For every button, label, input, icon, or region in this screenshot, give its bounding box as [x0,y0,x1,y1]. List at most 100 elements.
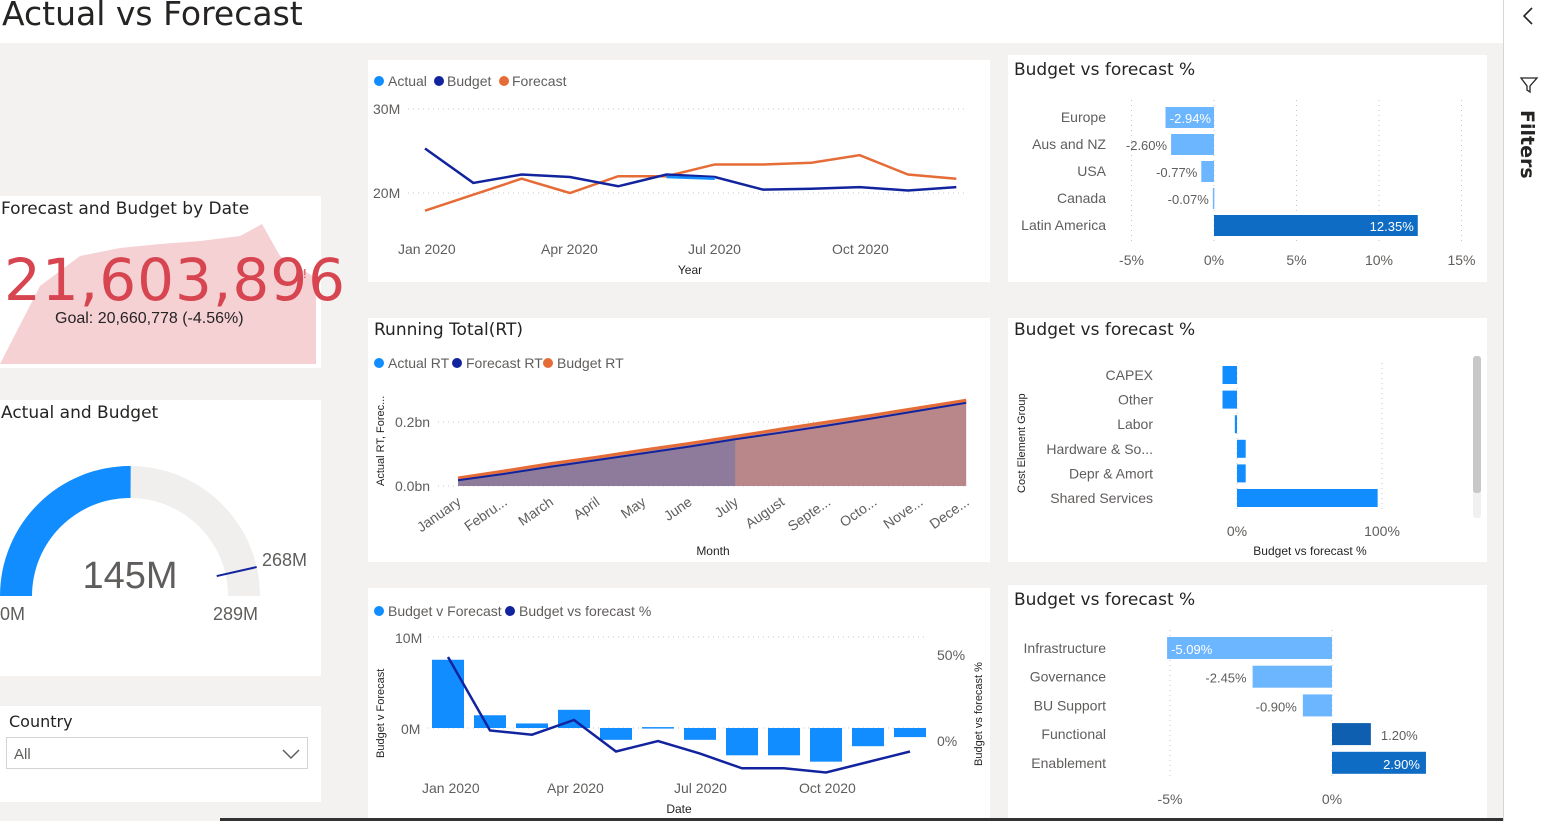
x-tick: April [570,493,602,522]
x-tick: Jul 2020 [688,241,741,257]
region-bar-chart: Europe -2.94% Aus and NZ -2.60% USA -0.77% Can… [1021,100,1476,268]
category-label: Hardware & So... [1046,441,1153,457]
data-label: -5.09% [1171,642,1213,657]
combo-bar [684,728,716,740]
category-label: Depr & Amort [1069,465,1153,481]
data-label: -2.94% [1170,111,1212,126]
budget-v-forecast-combo-chart: Budget v Forecast Budget vs forecast % 1… [374,603,985,816]
y-tick-left: 0M [401,721,420,737]
x-tick: Octo... [837,493,880,530]
cost-bar [1237,489,1378,507]
region-bar [1201,161,1214,182]
x-tick: June [661,493,695,524]
scrollbar-thumb[interactable] [1473,356,1481,493]
category-label: Other [1118,392,1153,408]
kpi-title: Forecast and Budget by Date [1,199,250,219]
category-label: Functional [1041,726,1106,742]
legend-marker-forecast [499,76,509,86]
line-chart-tile[interactable]: Actual Budget Forecast 30M 20M Jan 2020 … [368,60,990,282]
x-axis-label: Month [696,544,729,558]
y-tick-left: 10M [395,630,422,646]
filters-pane[interactable]: Filters [1503,0,1549,821]
category-label: BU Support [1034,697,1106,713]
y-axis-label-right: Budget vs forecast % [973,662,985,766]
legend-forecast-rt: Forecast RT [466,355,543,371]
running-total-area-chart: Actual RT Forecast RT Budget RT 0.2bn 0.… [374,355,972,558]
x-axis-label: Year [678,263,702,277]
cost-bar [1237,464,1246,483]
legend-budget-vs-forecast-pct: Budget vs forecast % [519,603,651,619]
combo-bar [516,723,548,728]
country-dropdown-value: All [14,746,31,763]
data-label: -0.90% [1256,699,1298,714]
x-tick: July [711,493,741,520]
running-total-tile[interactable]: Running Total(RT) Actual RT Forecast RT … [368,318,990,562]
legend-marker-budget [434,76,444,86]
category-label: Aus and NZ [1032,136,1106,152]
kpi-goal: Goal: 20,660,778 (-4.56%) [55,310,244,327]
gauge-chart: 145M 0M 289M 268M [0,466,307,624]
x-tick: Febru... [461,493,510,534]
x-tick: Apr 2020 [541,241,598,257]
data-label: 1.20% [1381,728,1418,743]
combo-bar [852,728,884,747]
legend-marker-actual [374,76,384,86]
x-tick: Septe... [785,493,834,534]
y-tick-right: 0% [937,733,957,749]
region-bar [1212,188,1215,209]
title-bar: Actual vs Forecast [0,0,1503,43]
category-label: Labor [1117,416,1153,432]
y-tick: 0.2bn [395,414,430,430]
filters-label[interactable]: Filters [1516,110,1538,179]
legend-marker-budget-v-forecast [374,606,384,616]
gauge-target: 268M [262,550,307,570]
bu-bar-chart: Infrastructure -5.09% Governance -2.45% BU S… [1024,630,1426,807]
gauge-max: 289M [213,604,258,624]
region-bar [1171,134,1214,155]
cost-bar-chart: Cost Element Group Budget vs forecast % … [1016,356,1481,558]
combo-chart-tile[interactable]: Budget v Forecast Budget vs forecast % 1… [368,588,990,821]
line-series-forecast [424,153,957,212]
y-tick: 30M [373,101,400,117]
filter-funnel-icon[interactable] [1519,75,1539,95]
combo-bar [894,728,926,738]
y-axis-label: Cost Element Group [1016,393,1028,493]
combo-bar [726,728,758,756]
category-label: Europe [1061,109,1106,125]
x-tick: 5% [1286,252,1306,268]
x-tick: 100% [1364,523,1400,539]
legend-actual-rt: Actual RT [388,355,450,371]
category-label: Canada [1057,190,1106,206]
line-series-actual [666,175,715,180]
bu-bar-tile[interactable]: Budget vs forecast % Infrastructure -5.09… [1008,585,1487,821]
x-tick: Oct 2020 [799,780,856,796]
legend-marker-budget-rt [543,358,553,368]
region-bar-tile[interactable]: Budget vs forecast % Europe -2.94% Aus and… [1008,55,1487,282]
legend-forecast: Forecast [512,73,567,89]
x-tick: 0% [1322,791,1342,807]
x-tick: Apr 2020 [547,780,604,796]
legend-actual: Actual [388,73,427,89]
bu-bar [1252,665,1332,688]
gauge-value: 145M [82,555,177,597]
gauge-tile[interactable]: Actual and Budget 145M 0M 289M 268M [0,400,321,676]
country-dropdown[interactable]: All [6,737,308,769]
x-tick: 10% [1365,252,1393,268]
data-label: -2.60% [1126,138,1168,153]
x-tick: Jan 2020 [422,780,480,796]
chevron-down-icon [282,749,300,760]
category-label: Latin America [1021,217,1106,233]
x-tick: -5% [1119,252,1144,268]
x-tick: -5% [1158,791,1183,807]
y-axis-label-left: Budget v Forecast [375,669,387,758]
x-tick: 0% [1227,523,1247,539]
kpi-tile[interactable]: Forecast and Budget by Date 21,603,896 !… [0,196,345,368]
cost-bar-tile[interactable]: Budget vs forecast % Cost Element Group … [1008,318,1487,562]
x-tick: Jan 2020 [398,241,456,257]
chevron-left-icon[interactable] [1521,6,1535,26]
combo-bar [600,728,632,740]
category-label: Enablement [1031,755,1106,771]
x-tick: Dece... [926,493,972,532]
y-tick: 20M [373,185,400,201]
combo-bar [768,728,800,756]
